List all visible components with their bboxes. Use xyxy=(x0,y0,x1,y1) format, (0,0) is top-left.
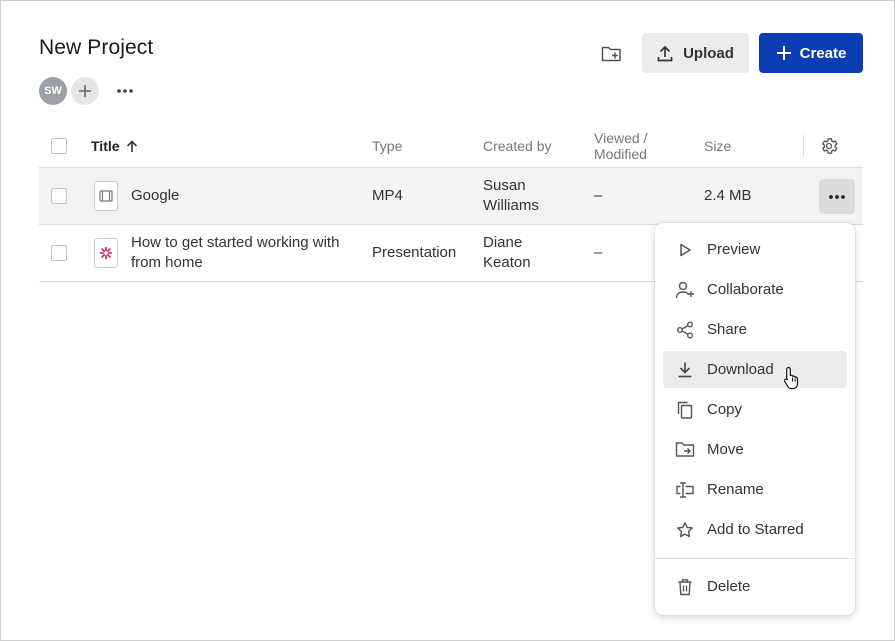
table-row[interactable]: Google MP4 Susan Williams – 2.4 MB xyxy=(39,168,863,225)
download-icon xyxy=(675,360,695,380)
menu-item-share[interactable]: Share xyxy=(663,311,847,348)
column-viewed-label: Viewed / xyxy=(594,130,648,146)
play-icon xyxy=(675,240,695,260)
new-folder-button[interactable] xyxy=(595,39,629,69)
file-name-line-1: How to get started working with xyxy=(131,234,340,251)
column-header-viewed-modified[interactable]: Viewed / Modified xyxy=(594,125,647,167)
plus-icon xyxy=(776,46,791,60)
copy-icon xyxy=(675,400,695,420)
more-horizontal-icon xyxy=(829,194,845,199)
move-folder-icon xyxy=(675,440,695,460)
context-menu: Preview Collaborate Share Download Copy … xyxy=(655,223,855,615)
more-horizontal-icon xyxy=(117,89,133,93)
file-icon-cell xyxy=(94,225,118,281)
row-checkbox[interactable] xyxy=(51,188,67,204)
creator-second-line: Keaton xyxy=(483,254,531,271)
column-modified-label: Modified xyxy=(594,146,647,162)
menu-item-move[interactable]: Move xyxy=(663,431,847,468)
menu-item-label: Add to Starred xyxy=(707,521,804,538)
window-frame: New Project SW Upload Create Title Type xyxy=(0,0,895,641)
menu-item-collaborate[interactable]: Collaborate xyxy=(663,271,847,308)
menu-item-label: Rename xyxy=(707,481,764,498)
sort-ascending-icon xyxy=(126,139,137,152)
menu-item-label: Preview xyxy=(707,241,761,258)
menu-item-label: Download xyxy=(707,361,774,378)
menu-item-label: Move xyxy=(707,441,744,458)
file-icon-cell xyxy=(94,168,118,224)
file-type: MP4 xyxy=(372,187,403,204)
file-viewed-modified: – xyxy=(594,244,603,261)
menu-item-download[interactable]: Download xyxy=(663,351,847,388)
file-created-by: Susan Williams xyxy=(483,168,539,224)
file-viewed-modified: – xyxy=(594,187,603,204)
avatar[interactable]: SW xyxy=(39,77,67,105)
creator-first-line: Diane xyxy=(483,234,523,251)
upload-button[interactable]: Upload xyxy=(642,33,749,73)
file-name: Google xyxy=(131,187,180,204)
file-name-link[interactable]: Google xyxy=(131,168,361,224)
table-header: Title Type Created by Viewed / Modified … xyxy=(39,125,863,168)
menu-item-preview[interactable]: Preview xyxy=(663,231,847,268)
row-checkbox[interactable] xyxy=(51,245,67,261)
column-header-type[interactable]: Type xyxy=(372,125,402,167)
member-bar: SW xyxy=(39,77,141,105)
menu-item-label: Copy xyxy=(707,401,743,418)
rename-icon xyxy=(675,480,695,500)
create-button-label: Create xyxy=(799,44,847,62)
column-header-size[interactable]: Size xyxy=(704,125,731,167)
row-checkbox-cell xyxy=(51,168,67,224)
creator-second-line: Williams xyxy=(483,197,539,214)
video-file-icon xyxy=(94,181,118,211)
menu-divider xyxy=(655,558,855,559)
menu-item-copy[interactable]: Copy xyxy=(663,391,847,428)
presentation-file-icon xyxy=(94,238,118,268)
upload-icon xyxy=(657,45,673,61)
row-more-button[interactable] xyxy=(819,179,855,214)
column-header-created-by[interactable]: Created by xyxy=(483,125,551,167)
menu-item-label: Collaborate xyxy=(707,281,784,298)
column-divider xyxy=(803,135,804,157)
star-icon xyxy=(675,520,695,540)
add-member-button[interactable] xyxy=(71,77,99,105)
trash-icon xyxy=(675,577,695,597)
menu-item-label: Delete xyxy=(707,578,751,595)
creator-first-line: Susan xyxy=(483,177,526,194)
create-button[interactable]: Create xyxy=(759,33,863,73)
new-folder-icon xyxy=(601,46,621,62)
column-title-label: Title xyxy=(91,138,120,154)
plus-icon xyxy=(79,85,91,97)
menu-item-add-to-starred[interactable]: Add to Starred xyxy=(663,511,847,548)
file-name-link[interactable]: How to get started working with from hom… xyxy=(131,225,366,281)
gear-icon xyxy=(822,138,838,154)
row-checkbox-cell xyxy=(51,225,67,281)
menu-item-rename[interactable]: Rename xyxy=(663,471,847,508)
file-type: Presentation xyxy=(372,244,457,261)
add-person-icon xyxy=(675,280,695,300)
file-size: 2.4 MB xyxy=(704,187,752,204)
column-header-title[interactable]: Title xyxy=(91,125,138,167)
file-created-by: Diane Keaton xyxy=(483,225,531,281)
file-name-line-2: from home xyxy=(131,254,203,271)
menu-item-delete[interactable]: Delete xyxy=(663,568,847,605)
column-settings-button[interactable] xyxy=(819,125,839,167)
page-title: New Project xyxy=(39,36,154,59)
select-all-checkbox-cell xyxy=(51,125,67,167)
share-icon xyxy=(675,320,695,340)
members-more-button[interactable] xyxy=(109,77,141,105)
hand-cursor-icon xyxy=(783,366,799,390)
select-all-checkbox[interactable] xyxy=(51,138,67,154)
menu-item-label: Share xyxy=(707,321,748,338)
upload-button-label: Upload xyxy=(683,44,734,62)
